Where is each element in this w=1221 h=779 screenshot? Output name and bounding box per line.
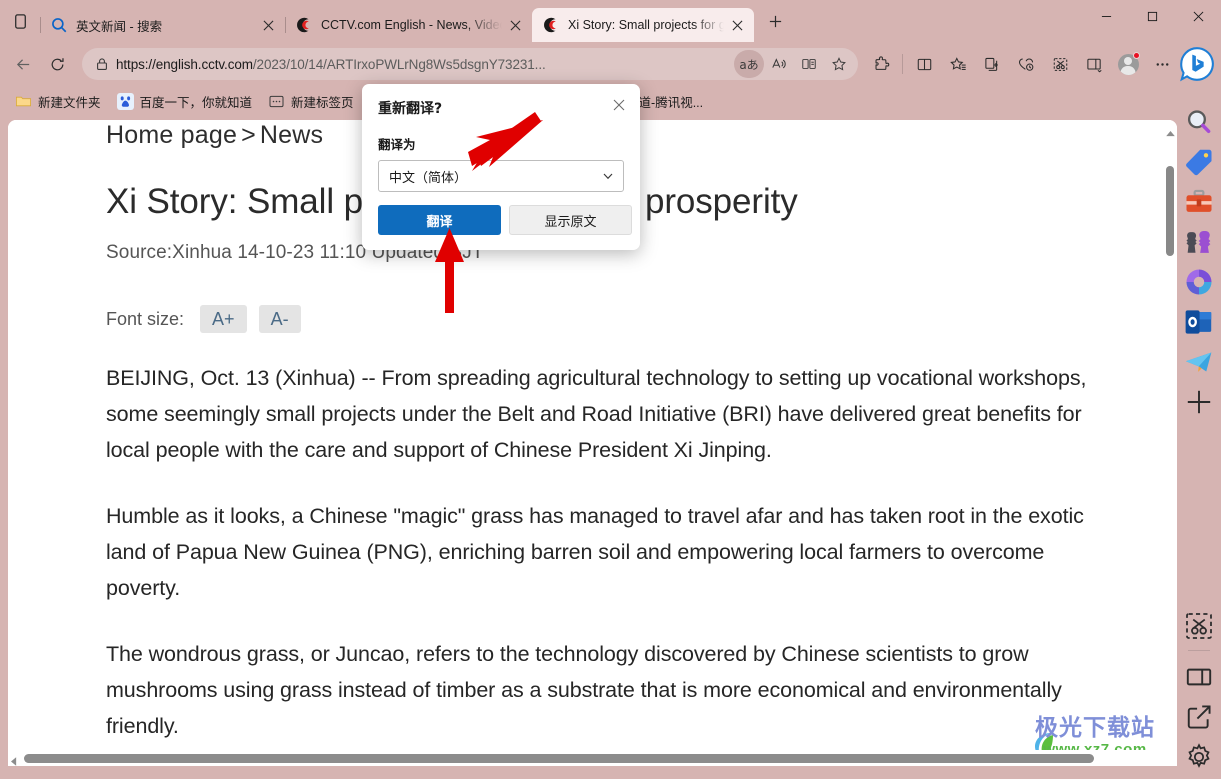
browser-essentials-button[interactable] [1009,48,1043,80]
article-body: BEIJING, Oct. 13 (Xinhua) -- From spread… [106,360,1106,766]
minimize-button[interactable] [1083,0,1129,32]
search-icon[interactable] [1183,106,1215,138]
url-host: https://english.cctv.com [116,56,253,72]
shopping-tag-icon[interactable] [1183,146,1215,178]
settings-gear-icon[interactable] [1183,741,1215,773]
breadcrumb: Home page > News [106,121,323,150]
tab-close-button[interactable] [502,13,528,37]
cctv-icon [295,16,313,34]
breadcrumb-current[interactable]: News [260,121,323,149]
games-icon[interactable] [1183,226,1215,258]
add-icon[interactable] [1183,386,1215,418]
translate-button[interactable]: 翻译 [378,205,501,235]
vertical-scrollbar[interactable] [1163,120,1177,750]
profile-button[interactable] [1111,48,1145,80]
url-path: /2023/10/14/ARTIrxoPWLrNg8Ws5dsgnY73231.… [252,56,546,72]
tab-close-button[interactable] [255,13,281,37]
translate-dialog: 重新翻译? 翻译为 中文（简体） 翻译 显示原文 [362,84,640,250]
settings-and-more-button[interactable] [1145,48,1179,80]
new-tab-button[interactable] [758,5,792,37]
copilot-button[interactable] [1179,47,1215,82]
tab-strip: 英文新闻 - 搜索 CCTV.com English - News, Video… [0,0,1221,42]
sidebar-divider [1188,650,1210,651]
newtab-icon [268,93,285,110]
folder-icon [15,93,32,110]
language-select-value: 中文（简体） [389,170,468,186]
article-paragraph: Humble as it looks, a Chinese "magic" gr… [106,504,1084,600]
tab-title: 英文新闻 - 搜索 [76,19,163,34]
dialog-title: 重新翻译? [378,101,443,117]
favorites-button[interactable] [941,48,975,80]
refresh-button[interactable] [40,48,74,80]
favorite-star-icon[interactable] [824,50,854,78]
back-button[interactable] [6,48,40,80]
tab-item-0[interactable]: 英文新闻 - 搜索 [40,8,285,42]
tab-separator [40,17,41,33]
browser-window: 英文新闻 - 搜索 CCTV.com English - News, Video… [0,0,1221,779]
font-size-decrease-button[interactable]: A- [258,305,301,333]
tab-title: Xi Story: Small projects for greate [568,18,724,32]
dialog-actions: 翻译 显示原文 [378,205,632,235]
open-external-icon[interactable] [1183,701,1215,733]
breadcrumb-home-link[interactable]: Home page [106,121,237,149]
bookmark-item-1[interactable]: 百度一下，你就知道 [110,89,260,113]
horizontal-scrollbar-thumb[interactable] [24,754,1094,763]
address-bar-actions: aあ [734,50,854,78]
browser-toolbar: https://english.cctv.com/2023/10/14/ARTI… [0,42,1221,86]
read-aloud-icon[interactable] [764,50,794,78]
split-screen-button[interactable] [907,48,941,80]
screenshot-button[interactable] [1043,48,1077,80]
tab-item-2[interactable]: Xi Story: Small projects for greate [532,8,754,42]
immersive-reader-icon[interactable] [794,50,824,78]
translate-to-label: 翻译为 [378,137,416,152]
tab-title: CCTV.com English - News, Video, [321,18,502,32]
window-controls [1083,0,1221,32]
vertical-scrollbar-thumb[interactable] [1166,166,1174,256]
profile-notification-dot [1133,52,1140,59]
extensions-button[interactable] [864,48,898,80]
show-original-button[interactable]: 显示原文 [509,205,632,235]
sidebar-toggle-button[interactable] [1077,48,1111,80]
microsoft-365-icon[interactable] [1183,266,1215,298]
baidu-icon [116,92,134,110]
article-paragraph: BEIJING, Oct. 13 (Xinhua) -- From spread… [106,366,1087,462]
font-size-increase-button[interactable]: A+ [200,305,247,333]
collections-button[interactable] [975,48,1009,80]
scroll-up-arrow[interactable] [1163,124,1177,142]
url-text: https://english.cctv.com/2023/10/14/ARTI… [116,57,734,72]
split-panel-icon[interactable] [1183,661,1215,693]
tab-separator [285,17,286,33]
tab-actions-button[interactable] [0,0,40,42]
horizontal-scrollbar[interactable] [8,750,1177,766]
outlook-icon[interactable] [1183,306,1215,338]
font-size-controls: Font size: A+ A- [106,305,301,333]
bookmark-item-2[interactable]: 新建标签页 [261,89,361,113]
bookmark-item-0[interactable]: 新建文件夹 [8,89,108,113]
breadcrumb-separator: > [241,121,256,149]
article-paragraph: The wondrous grass, or Juncao, refers to… [106,642,1062,738]
tools-icon[interactable] [1183,186,1215,218]
language-select[interactable]: 中文（简体） [378,160,624,192]
tab-close-button[interactable] [724,13,750,37]
bookmark-label: 新建标签页 [291,95,354,110]
edge-sidebar [1177,86,1221,779]
font-size-label: Font size: [106,308,185,329]
lock-icon [88,50,116,78]
bookmark-label: 新建文件夹 [38,95,101,110]
bookmark-label: 百度一下，你就知道 [139,95,253,110]
telegram-icon[interactable] [1183,346,1215,378]
scroll-left-arrow[interactable] [11,753,17,766]
search-icon [50,16,68,34]
close-icon[interactable] [606,92,632,118]
address-bar[interactable]: https://english.cctv.com/2023/10/14/ARTI… [82,48,858,80]
translate-icon[interactable]: aあ [734,50,764,78]
maximize-button[interactable] [1129,0,1175,32]
cctv-icon [542,16,560,34]
sidebar-bottom-actions [1177,602,1221,773]
tab-item-1[interactable]: CCTV.com English - News, Video, [285,8,532,42]
chevron-down-icon [601,169,615,183]
toolbar-divider [902,54,903,74]
close-button[interactable] [1175,0,1221,32]
screenshot-icon[interactable] [1183,610,1215,642]
